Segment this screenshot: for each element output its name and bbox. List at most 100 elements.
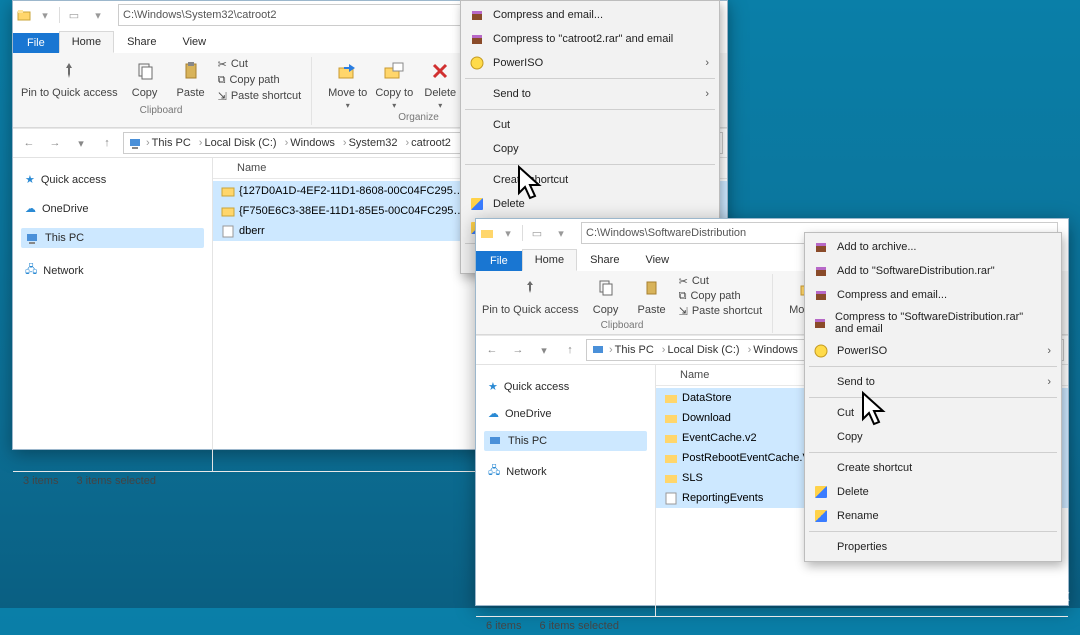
ctx-compress-email[interactable]: Compress and email... — [463, 3, 717, 27]
menu-file[interactable]: File — [13, 33, 59, 53]
nav-quickaccess[interactable]: ★Quick access — [484, 377, 647, 396]
pasteshortcut-button[interactable]: ⇲Paste shortcut — [218, 89, 302, 103]
ctx-sendto[interactable]: Send to› — [463, 82, 717, 106]
nav-pane: ★Quick access ☁OneDrive This PC 🖧Network — [13, 158, 213, 471]
folder-icon — [480, 226, 494, 240]
nav-thispc[interactable]: This PC — [21, 228, 204, 248]
winrar-icon — [813, 315, 827, 331]
moveto-button[interactable]: Move to▾ — [328, 57, 367, 110]
ribbon-group-clipboard: Clipboard — [140, 105, 183, 116]
cloud-icon: ☁ — [488, 407, 499, 420]
ctx-properties[interactable]: Properties — [807, 535, 1059, 559]
nav-onedrive[interactable]: ☁OneDrive — [484, 404, 647, 423]
menu-view[interactable]: View — [632, 249, 682, 271]
winrar-icon — [813, 239, 829, 255]
pasteshortcut-button[interactable]: ⇲Paste shortcut — [679, 304, 763, 318]
forward-button[interactable]: → — [43, 131, 67, 155]
item-count: 3 items — [23, 475, 58, 487]
up-button[interactable]: ↑ — [558, 338, 582, 362]
folder-icon — [17, 8, 31, 22]
ribbon-group-organize: Organize — [398, 112, 439, 123]
qa-btn2[interactable]: ▾ — [88, 5, 108, 25]
nav-onedrive[interactable]: ☁OneDrive — [21, 199, 204, 218]
copypath-button[interactable]: ⧉Copy path — [679, 289, 763, 303]
pc-icon — [488, 434, 502, 448]
winrar-icon — [469, 7, 485, 23]
back-button[interactable]: ← — [17, 131, 41, 155]
winrar-icon — [813, 287, 829, 303]
ctx-cut[interactable]: Cut — [807, 401, 1059, 425]
item-count: 6 items — [486, 620, 521, 632]
cut-button[interactable]: ✂Cut — [218, 57, 302, 71]
paste-button[interactable]: Paste — [633, 274, 671, 316]
star-icon: ★ — [25, 173, 35, 186]
qa-btn[interactable]: ▭ — [64, 5, 84, 25]
qa-btn2[interactable]: ▾ — [551, 223, 571, 243]
poweriso-icon — [469, 55, 485, 71]
up-button[interactable]: ↑ — [95, 131, 119, 155]
ribbon-group-clipboard: Clipboard — [601, 320, 644, 331]
nav-network[interactable]: 🖧Network — [484, 459, 647, 484]
ctx-poweriso[interactable]: PowerISO› — [807, 339, 1059, 363]
ctx-poweriso[interactable]: PowerISO› — [463, 51, 717, 75]
qa-dropdown[interactable]: ▾ — [498, 223, 518, 243]
ctx-cut[interactable]: Cut — [463, 113, 717, 137]
col-name: Name — [672, 365, 717, 385]
nav-thispc[interactable]: This PC — [484, 431, 647, 451]
ctx-delete[interactable]: Delete — [807, 480, 1059, 504]
qa-dropdown[interactable]: ▾ — [35, 5, 55, 25]
cut-button[interactable]: ✂Cut — [679, 274, 763, 288]
shield-icon — [813, 508, 829, 524]
context-menu-2: Add to archive... Add to "SoftwareDistri… — [804, 232, 1062, 562]
paste-button[interactable]: Paste — [172, 57, 210, 99]
copy-button[interactable]: Copy — [126, 57, 164, 99]
ctx-compress-email[interactable]: Compress and email... — [807, 283, 1059, 307]
menu-home[interactable]: Home — [59, 31, 114, 53]
copyto-button[interactable]: Copy to▾ — [375, 57, 413, 110]
selection-count: 6 items selected — [539, 620, 618, 632]
forward-button[interactable]: → — [506, 338, 530, 362]
ctx-add-archive[interactable]: Add to archive... — [807, 235, 1059, 259]
winrar-icon — [469, 31, 485, 47]
delete-button[interactable]: Delete▾ — [421, 57, 459, 110]
qa-btn[interactable]: ▭ — [527, 223, 547, 243]
back-button[interactable]: ← — [480, 338, 504, 362]
menu-share[interactable]: Share — [114, 31, 169, 53]
nav-network[interactable]: 🖧Network — [21, 258, 204, 283]
copypath-button[interactable]: ⧉Copy path — [218, 73, 302, 87]
ctx-create-shortcut[interactable]: Create shortcut — [463, 168, 717, 192]
selection-count: 3 items selected — [76, 475, 155, 487]
pin-button[interactable]: Pin to Quick access — [21, 57, 118, 99]
menu-file[interactable]: File — [476, 251, 522, 271]
col-name: Name — [229, 158, 274, 178]
ctx-compress-to[interactable]: Compress to "SoftwareDistribution.rar" a… — [807, 307, 1059, 339]
shield-icon — [813, 484, 829, 500]
shield-icon — [469, 196, 485, 212]
pc-icon — [25, 231, 39, 245]
watermark: UG= FIX — [1007, 589, 1072, 604]
network-icon: 🖧 — [25, 261, 37, 280]
poweriso-icon — [813, 343, 829, 359]
ctx-compress-to[interactable]: Compress to "catroot2.rar" and email — [463, 27, 717, 51]
pc-icon — [591, 343, 605, 357]
cloud-icon: ☁ — [25, 202, 36, 215]
ctx-rename[interactable]: Rename — [807, 504, 1059, 528]
nav-quickaccess[interactable]: ★Quick access — [21, 170, 204, 189]
recent-button[interactable]: ▾ — [532, 338, 556, 362]
menu-view[interactable]: View — [169, 31, 219, 53]
menu-share[interactable]: Share — [577, 249, 632, 271]
ctx-delete[interactable]: Delete — [463, 192, 717, 216]
pin-button[interactable]: Pin to Quick access — [482, 274, 579, 316]
ctx-copy[interactable]: Copy — [807, 425, 1059, 449]
menu-home[interactable]: Home — [522, 249, 577, 271]
winrar-icon — [813, 263, 829, 279]
copy-button[interactable]: Copy — [587, 274, 625, 316]
status-bar: 6 items 6 items selected — [476, 616, 1068, 635]
ctx-copy[interactable]: Copy — [463, 137, 717, 161]
ctx-add-to[interactable]: Add to "SoftwareDistribution.rar" — [807, 259, 1059, 283]
network-icon: 🖧 — [488, 462, 500, 481]
pc-icon — [128, 136, 142, 150]
recent-button[interactable]: ▾ — [69, 131, 93, 155]
ctx-create-shortcut[interactable]: Create shortcut — [807, 456, 1059, 480]
ctx-sendto[interactable]: Send to› — [807, 370, 1059, 394]
